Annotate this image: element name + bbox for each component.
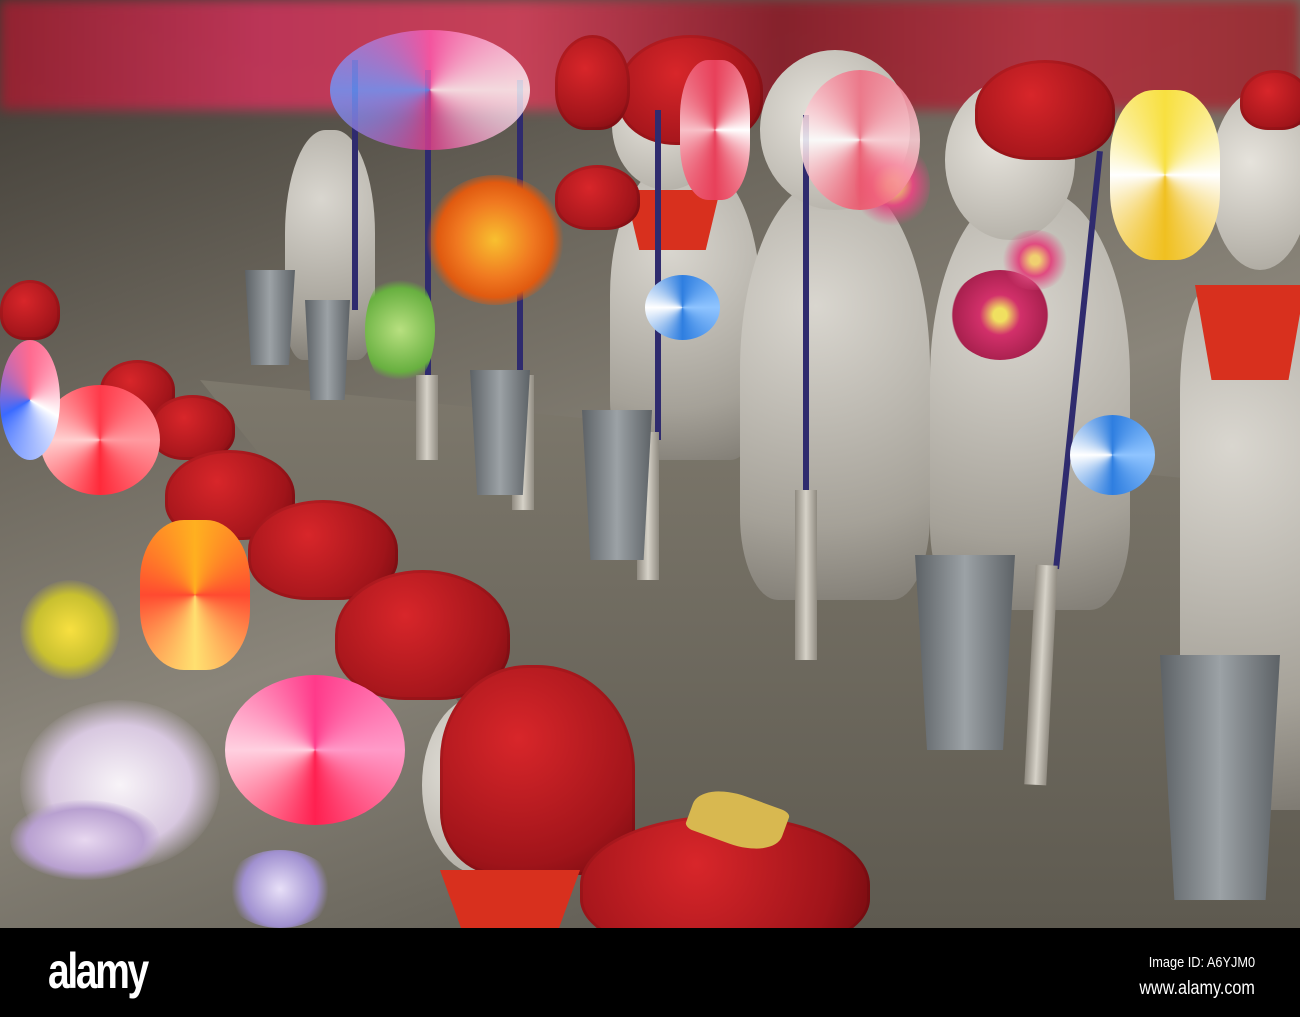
pinwheel: [0, 340, 60, 460]
pinwheel: [140, 520, 250, 670]
knit-cap: [555, 165, 640, 230]
pinwheel-blue: [645, 275, 720, 340]
knit-cap: [1240, 70, 1300, 130]
green-leaf: [365, 270, 435, 390]
flower-vase: [915, 555, 1015, 750]
red-bib: [440, 870, 580, 928]
watermark-bar: alamy Image ID: A6YJM0 www.alamy.com: [0, 928, 1300, 1017]
photo: [0, 0, 1300, 928]
website-link: www.alamy.com: [1139, 978, 1255, 999]
calla-lilies: [10, 800, 160, 880]
pinwheel-stick: [655, 110, 661, 440]
flower-vase: [305, 300, 350, 400]
flower-vase: [582, 410, 652, 560]
flower-vase: [1160, 655, 1280, 900]
flower-vase: [470, 370, 530, 495]
pinwheel: [330, 30, 530, 150]
bamboo-tube: [795, 490, 817, 660]
pinwheel: [680, 60, 750, 200]
cosmos-flower: [1000, 230, 1070, 290]
alamy-logo: alamy: [48, 943, 149, 999]
yellow-flowers: [20, 580, 120, 680]
knit-cap: [0, 280, 60, 340]
pinwheel: [1110, 90, 1220, 260]
lily-bouquet: [425, 175, 565, 305]
pinwheel-blue: [1070, 415, 1155, 495]
pinwheel: [225, 675, 405, 825]
red-bib: [1195, 285, 1300, 380]
knit-cap: [555, 35, 630, 130]
knit-cap: [975, 60, 1115, 160]
flower-vase: [245, 270, 295, 365]
purple-flowers: [225, 850, 335, 928]
bamboo-tube: [416, 375, 438, 460]
image-id: Image ID: A6YJM0: [1148, 954, 1255, 971]
statue: [740, 180, 930, 600]
pinwheel: [800, 70, 920, 210]
